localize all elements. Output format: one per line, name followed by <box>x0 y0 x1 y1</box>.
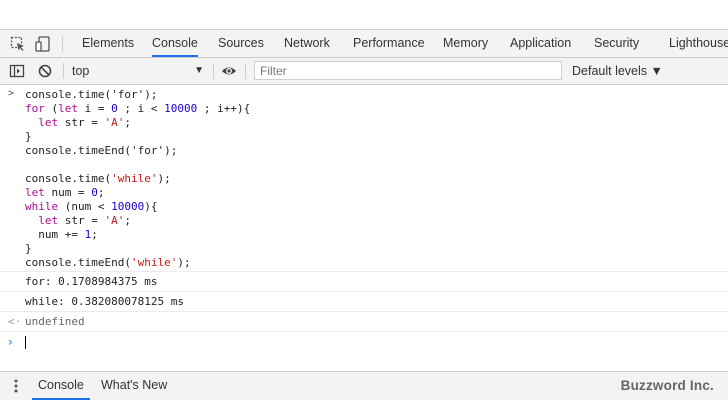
console-sidebar-icon[interactable] <box>9 63 25 79</box>
code-line: num += 1; <box>25 228 98 241</box>
code-line: let str = 'A'; <box>38 116 131 129</box>
tab-lighthouse[interactable]: Lighthouse <box>669 30 728 57</box>
devtools-tabbar: Elements Console Sources Network Perform… <box>0 30 728 58</box>
clear-console-icon[interactable] <box>37 63 53 79</box>
log-levels-dropdown[interactable]: Default levels ▼ <box>572 58 663 84</box>
context-selector-value: top <box>72 64 90 78</box>
result-arrow-icon: <· <box>8 315 22 328</box>
toolbar-separator <box>213 63 214 79</box>
drawer-tabbar: Console What's New Buzzword Inc. <box>0 371 728 400</box>
code-line: console.time('while'); <box>25 172 171 185</box>
more-options-icon[interactable] <box>14 378 18 394</box>
tab-console[interactable]: Console <box>152 30 198 57</box>
console-result-text: undefined <box>25 315 85 328</box>
tabbar-separator <box>62 36 63 52</box>
code-line: } <box>25 242 32 256</box>
tab-elements[interactable]: Elements <box>82 30 134 57</box>
device-toolbar-icon[interactable] <box>35 36 51 52</box>
prompt-chevron-icon: › <box>8 335 13 349</box>
console-toolbar: top ▼ Default levels ▼ <box>0 58 728 85</box>
tab-sources[interactable]: Sources <box>218 30 264 57</box>
console-output-text: for: 0.1708984375 ms <box>25 275 158 288</box>
tab-network[interactable]: Network <box>284 30 330 57</box>
tab-memory[interactable]: Memory <box>443 30 488 57</box>
brand-watermark: Buzzword Inc. <box>620 378 714 393</box>
devtools-window: Elements Console Sources Network Perform… <box>0 0 728 400</box>
text-cursor <box>25 336 26 349</box>
console-output-text: while: 0.382080078125 ms <box>25 295 184 308</box>
page-viewport <box>0 0 728 30</box>
chevron-right-icon: > <box>8 88 15 99</box>
code-text: console.timeEnd('for'); <box>25 144 178 157</box>
code-line: while (num < 10000){ <box>25 200 158 213</box>
code-line: for (let i = 0 ; i < 10000 ; i++){ <box>25 102 251 115</box>
code-line: console.time('for'); <box>25 88 157 102</box>
drawer-tab-whats-new[interactable]: What's New <box>101 372 167 400</box>
console-result-row: <· undefined <box>0 312 728 332</box>
console-messages: > console.time('for'); for (let i = 0 ; … <box>0 85 728 371</box>
code-line: console.timeEnd('while'); <box>25 256 191 269</box>
console-prompt[interactable]: › <box>0 333 728 353</box>
live-expression-eye-icon[interactable] <box>221 63 237 79</box>
drawer-tab-console[interactable]: Console <box>32 372 90 400</box>
code-text: } <box>25 242 32 255</box>
tab-security[interactable]: Security <box>594 30 639 57</box>
context-selector[interactable]: top ▼ <box>72 58 210 84</box>
console-output-row: while: 0.382080078125 ms <box>0 292 728 312</box>
code-line: console.timeEnd('for'); <box>25 144 177 158</box>
tab-performance[interactable]: Performance <box>353 30 425 57</box>
code-line: let num = 0; <box>25 186 105 199</box>
tab-application[interactable]: Application <box>510 30 571 57</box>
code-text: console.time('for'); <box>25 88 158 101</box>
code-text: } <box>25 130 32 143</box>
inspect-element-icon[interactable] <box>10 36 26 52</box>
console-output-row: for: 0.1708984375 ms <box>0 272 728 292</box>
toolbar-separator <box>245 63 246 79</box>
filter-input[interactable] <box>254 61 562 80</box>
dropdown-arrow-icon: ▼ <box>194 65 204 76</box>
console-input-echo: > console.time('for'); for (let i = 0 ; … <box>0 85 728 272</box>
toolbar-separator <box>63 63 64 79</box>
code-line: } <box>25 130 32 144</box>
code-line: let str = 'A'; <box>38 214 131 227</box>
